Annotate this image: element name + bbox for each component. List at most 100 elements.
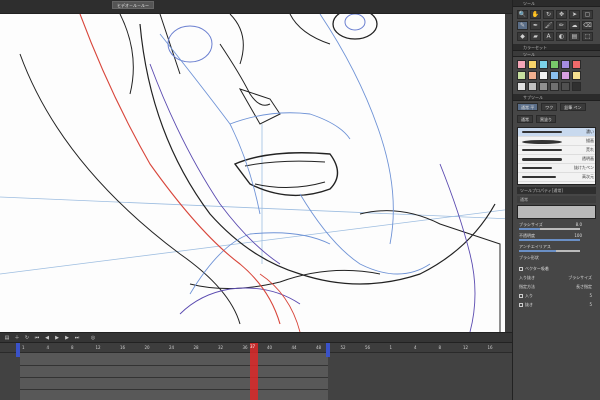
timeline-controls: ▤ ＋ ↻ ⏮ ◀ ▶ ▶ ⏭ ◎ — [0, 333, 512, 343]
brush-stroke-preview — [522, 167, 552, 169]
brush-size-row[interactable]: ブラシサイズ 8.0 — [517, 221, 596, 232]
brush-row[interactable]: 透明画 — [518, 155, 595, 164]
timeline-menu-icon[interactable]: ▤ — [4, 335, 10, 341]
last-frame-icon[interactable]: ⏭ — [74, 335, 80, 341]
sub-tool-blackfill-button[interactable]: 黒塗り — [536, 115, 556, 123]
taper-in-checkbox[interactable] — [519, 294, 523, 298]
loop-icon[interactable]: ↻ — [24, 335, 30, 341]
ruler-tick-label: 48 — [316, 345, 322, 350]
color-swatch[interactable] — [572, 82, 581, 91]
timeline-track[interactable] — [20, 353, 328, 400]
document-tab[interactable]: ヒデオ－ル－ルー — [112, 1, 154, 9]
color-swatch[interactable] — [561, 60, 570, 69]
color-swatch[interactable] — [561, 71, 570, 80]
brush-row[interactable]: 抜けたペン — [518, 164, 595, 173]
document-tab-bar: ヒデオ－ル－ルー — [0, 0, 512, 14]
antialias-slider[interactable] — [519, 250, 580, 252]
antialias-row[interactable]: アンチエイリアス — [517, 243, 596, 254]
ruler-tick-label: 1 — [22, 345, 25, 350]
ink-pen-icon[interactable]: ✒ — [530, 21, 541, 30]
brush-icon[interactable]: 🖌 — [543, 21, 554, 30]
play-icon[interactable]: ▶ — [54, 335, 60, 341]
tool-grid: 🔍 ✋ ↻ ✥ ➤ ▢ ✎ ✒ 🖌 ✏ ☁ ⌫ ◆ ▰ A ◐ ▤ ⬚ — [513, 7, 600, 44]
ruler-tick-label: 20 — [144, 345, 150, 350]
brush-size-slider[interactable] — [519, 228, 580, 230]
next-frame-icon[interactable]: ▶ — [64, 335, 70, 341]
sub-tool-header: サブツール — [513, 94, 600, 101]
drawing-canvas[interactable] — [0, 14, 512, 332]
sub-tool-pencil-button[interactable]: 鉛筆 ペン — [560, 103, 586, 111]
color-swatch[interactable] — [517, 71, 526, 80]
start-marker[interactable] — [16, 343, 20, 357]
add-frame-icon[interactable]: ＋ — [14, 335, 20, 341]
ruler-tick-label: 1 — [389, 345, 393, 350]
color-swatch[interactable] — [528, 71, 537, 80]
hand-icon[interactable]: ✋ — [530, 10, 541, 19]
color-swatch[interactable] — [517, 82, 526, 91]
ruler-tick-label: 4 — [414, 345, 417, 350]
color-swatch[interactable] — [561, 82, 570, 91]
ruler-tick-label: 8 — [438, 345, 442, 350]
taper-in-row[interactable]: 入り 5 — [517, 292, 596, 301]
playhead[interactable]: 37 — [250, 343, 258, 400]
eraser-icon[interactable]: ⌫ — [582, 21, 593, 30]
frame-icon[interactable]: ▤ — [569, 32, 580, 41]
brush-row[interactable]: 描画 — [518, 137, 595, 146]
canvas-scroll-edge — [505, 14, 512, 332]
select-arrow-icon[interactable]: ➤ — [569, 10, 580, 19]
pencil-icon[interactable]: ✏ — [556, 21, 567, 30]
color-swatch[interactable] — [539, 71, 548, 80]
brush-row[interactable]: 濃い — [518, 128, 595, 137]
onion-skin-icon[interactable]: ◎ — [90, 335, 96, 341]
color-swatch[interactable] — [550, 82, 559, 91]
sub-tool-groups: 通常 平 ワク 鉛筆 ペン — [513, 101, 600, 113]
color-swatch[interactable] — [517, 60, 526, 69]
gradient-icon[interactable]: ▰ — [530, 32, 541, 41]
color-swatch[interactable] — [572, 71, 581, 80]
opacity-slider[interactable] — [519, 239, 580, 241]
vector-snap-checkbox[interactable] — [519, 267, 523, 271]
taper-method-row[interactable]: 指定方法 長さ指定 — [517, 283, 596, 292]
color-swatch[interactable] — [528, 60, 537, 69]
color-swatch[interactable] — [572, 60, 581, 69]
sub-tool-plain-button[interactable]: 通常 — [517, 115, 533, 123]
color-swatch[interactable] — [528, 82, 537, 91]
end-marker[interactable] — [326, 343, 330, 357]
ruler-tick-label: 4 — [46, 345, 50, 350]
sub-tool-normal-button[interactable]: 通常 平 — [517, 103, 539, 111]
move-icon[interactable]: ✥ — [556, 10, 567, 19]
color-swatch[interactable] — [550, 60, 559, 69]
prev-frame-icon[interactable]: ◀ — [44, 335, 50, 341]
first-frame-icon[interactable]: ⏮ — [34, 335, 40, 341]
ruler-tick-label: 16 — [487, 345, 493, 350]
text-icon[interactable]: A — [543, 32, 554, 41]
brush-shape-row[interactable]: ブラシ形状 — [517, 254, 596, 265]
color-swatch[interactable] — [550, 71, 559, 80]
taper-out-checkbox[interactable] — [519, 303, 523, 307]
ruler-icon[interactable]: ⬚ — [582, 32, 593, 41]
vector-snap-row[interactable]: ベクター吸着 — [517, 265, 596, 274]
color-swatch[interactable] — [539, 82, 548, 91]
app-window: ヒデオ－ル－ルー ツール 🔍 ✋ ↻ ✥ ➤ ▢ ✎ ✒ 🖌 ✏ ☁ ⌫ ◆ ▰… — [0, 0, 600, 400]
ruler-tick-label: 12 — [463, 345, 469, 350]
brush-row[interactable]: 荒れ — [518, 146, 595, 155]
color-set-header: カラーセット — [513, 44, 600, 51]
ruler-tick-label: 36 — [242, 345, 248, 350]
sub-tool-frame-button[interactable]: ワク — [541, 103, 558, 111]
selection-rect-icon[interactable]: ▢ — [582, 10, 593, 19]
pen-icon[interactable]: ✎ — [517, 21, 528, 30]
airbrush-icon[interactable]: ☁ — [569, 21, 580, 30]
ruler-tick-label: 28 — [193, 345, 199, 350]
ruler-tick-label: 32 — [218, 345, 224, 350]
brush-list: 濃い 描画 荒れ 透明画 抜けたペン 高次元 — [517, 127, 596, 185]
taper-row[interactable]: 入り抜き ブラシサイズ — [517, 274, 596, 283]
zoom-icon[interactable]: 🔍 — [517, 10, 528, 19]
sketch-artwork — [0, 14, 512, 332]
color-swatch[interactable] — [539, 60, 548, 69]
brush-row[interactable]: 高次元 — [518, 173, 595, 182]
opacity-row[interactable]: 不透明度 100 — [517, 232, 596, 243]
fill-icon[interactable]: ◆ — [517, 32, 528, 41]
rotate-icon[interactable]: ↻ — [543, 10, 554, 19]
blend-icon[interactable]: ◐ — [556, 32, 567, 41]
taper-out-row[interactable]: 抜き 5 — [517, 301, 596, 310]
